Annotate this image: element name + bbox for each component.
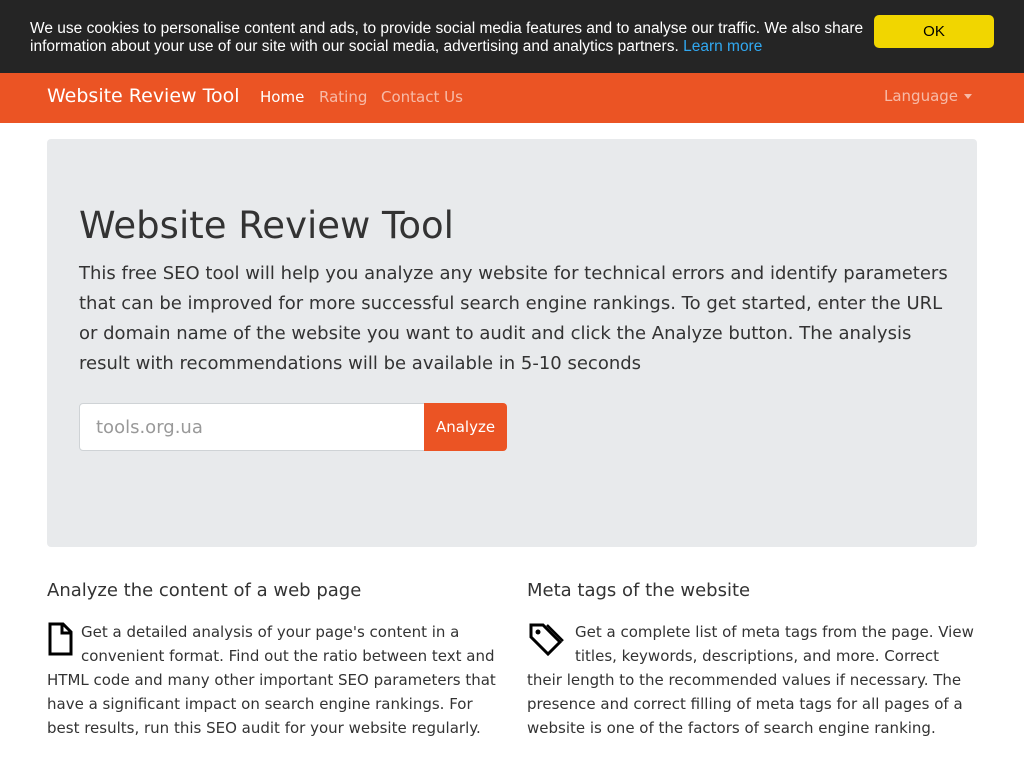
- hero-section: Website Review Tool This free SEO tool w…: [47, 139, 977, 547]
- file-icon: [47, 622, 73, 663]
- language-dropdown[interactable]: Language: [884, 86, 973, 106]
- nav-rating-link[interactable]: Rating: [319, 87, 367, 107]
- feature-description: Get a complete list of meta tags from th…: [527, 620, 977, 740]
- nav-contact-link[interactable]: Contact Us: [381, 87, 463, 107]
- feature-text: Get a complete list of meta tags from th…: [527, 623, 974, 737]
- page-title: Website Review Tool: [79, 204, 454, 247]
- feature-description: Get a detailed analysis of your page's c…: [47, 620, 497, 740]
- url-input[interactable]: [79, 403, 425, 451]
- feature-content-analysis: Analyze the content of a web page Get a …: [47, 578, 497, 740]
- hero-description: This free SEO tool will help you analyze…: [79, 263, 948, 374]
- tag-icon: [527, 622, 567, 663]
- navbar: Website Review Tool Home Rating Contact …: [0, 73, 1024, 123]
- nav-home-link[interactable]: Home: [260, 87, 304, 107]
- language-label: Language: [884, 87, 959, 105]
- feature-meta-tags: Meta tags of the website Get a complete …: [527, 578, 977, 740]
- analyze-button[interactable]: Analyze: [424, 403, 507, 451]
- caret-down-icon: [964, 94, 973, 99]
- feature-title: Analyze the content of a web page: [47, 580, 362, 601]
- feature-title: Meta tags of the website: [527, 580, 751, 601]
- brand-link[interactable]: Website Review Tool: [47, 84, 240, 108]
- learn-more-link[interactable]: Learn more: [683, 38, 762, 55]
- cookie-message: We use cookies to personalise content an…: [30, 20, 870, 56]
- cookie-ok-button[interactable]: OK: [874, 15, 994, 48]
- cookie-banner: We use cookies to personalise content an…: [0, 0, 1024, 73]
- feature-text: Get a detailed analysis of your page's c…: [47, 623, 496, 737]
